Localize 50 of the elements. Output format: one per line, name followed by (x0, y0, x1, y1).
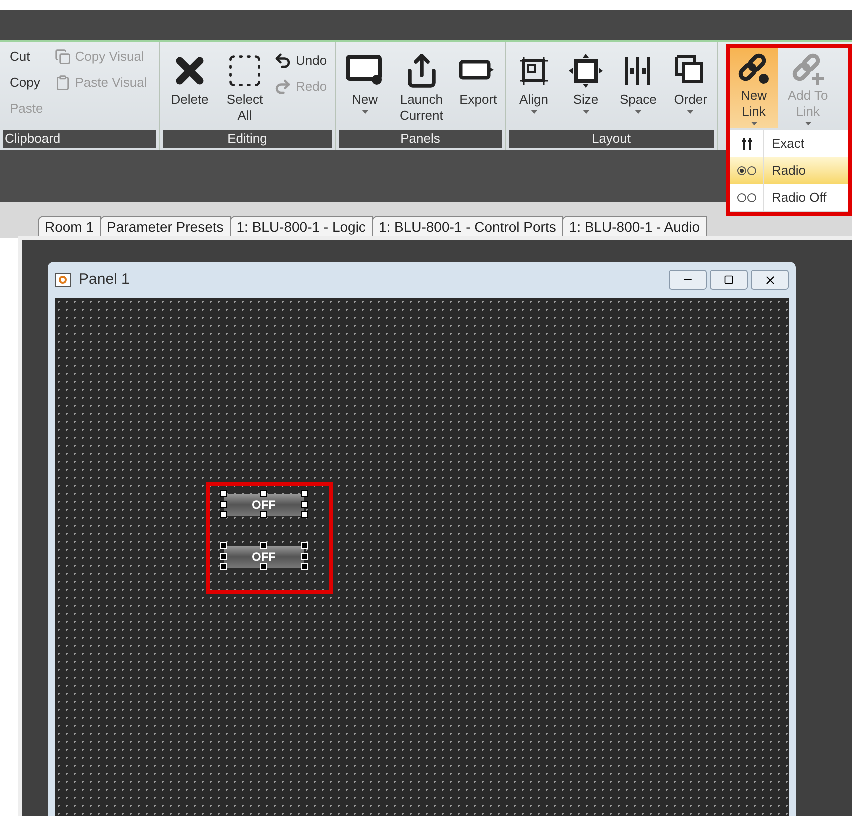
document-tab[interactable]: 1: BLU-800-1 - Logic (230, 216, 373, 238)
close-button[interactable] (751, 270, 789, 290)
copy-icon (55, 49, 72, 65)
selection-handle (260, 511, 267, 518)
ribbon-button[interactable]: Launch Current (394, 44, 450, 128)
ribbon-group-label: Editing (163, 130, 332, 148)
radio-pair-icon (736, 166, 756, 176)
panel-app-icon (55, 273, 71, 287)
caret-icon (634, 110, 642, 114)
maximize-icon (724, 275, 734, 285)
ribbon-button[interactable]: Export (453, 44, 504, 128)
ribbon-small-button[interactable]: Undo (274, 48, 328, 74)
caret-icon (804, 122, 812, 126)
caret-icon (530, 110, 538, 114)
ribbon-group-label: Clipboard (3, 130, 156, 148)
ribbon-button[interactable]: Delete (164, 44, 216, 128)
toggle-button[interactable]: OFF (224, 546, 304, 568)
caret-icon (750, 122, 758, 126)
sliders-icon (740, 138, 752, 150)
maximize-button[interactable] (710, 270, 748, 290)
ribbon-button[interactable]: Size (562, 44, 610, 128)
document-tab[interactable]: Parameter Presets (100, 216, 231, 238)
menu-item[interactable]: Radio Off (730, 184, 848, 211)
clipboard-icon (55, 75, 72, 91)
caret-icon (362, 110, 368, 114)
ribbon-small-button[interactable]: Cut (10, 44, 44, 70)
ribbon-button[interactable]: Space (614, 44, 663, 128)
ribbon-button[interactable]: New (340, 44, 390, 128)
ribbon-small-button[interactable]: Copy (10, 70, 44, 96)
ribbon-group-label: Layout (509, 130, 714, 148)
menu-item[interactable]: Radio (730, 157, 848, 184)
caret-icon (582, 110, 590, 114)
redo-icon (274, 78, 292, 96)
ribbon-button[interactable]: Order (666, 44, 715, 128)
chain-link-plus-icon (790, 51, 826, 88)
document-tab[interactable]: Room 1 (38, 216, 102, 238)
window-title: Panel 1 (79, 270, 130, 290)
document-tab[interactable]: 1: BLU-800-1 - Control Ports (372, 216, 564, 238)
ribbon-button[interactable]: Align (510, 44, 558, 128)
ribbon-button[interactable]: Select All (220, 44, 270, 128)
selection-handle (260, 490, 267, 497)
toggle-button[interactable]: OFF (224, 494, 304, 516)
selection-handle (260, 563, 267, 570)
radio-pair-icon (736, 192, 756, 202)
caret-icon (687, 110, 694, 114)
selection-handle (260, 542, 267, 549)
undo-icon (274, 52, 292, 70)
ribbon-group-label: Panels (339, 130, 502, 148)
document-tab[interactable]: 1: BLU-800-1 - Audio (562, 216, 708, 238)
close-icon (764, 274, 776, 286)
